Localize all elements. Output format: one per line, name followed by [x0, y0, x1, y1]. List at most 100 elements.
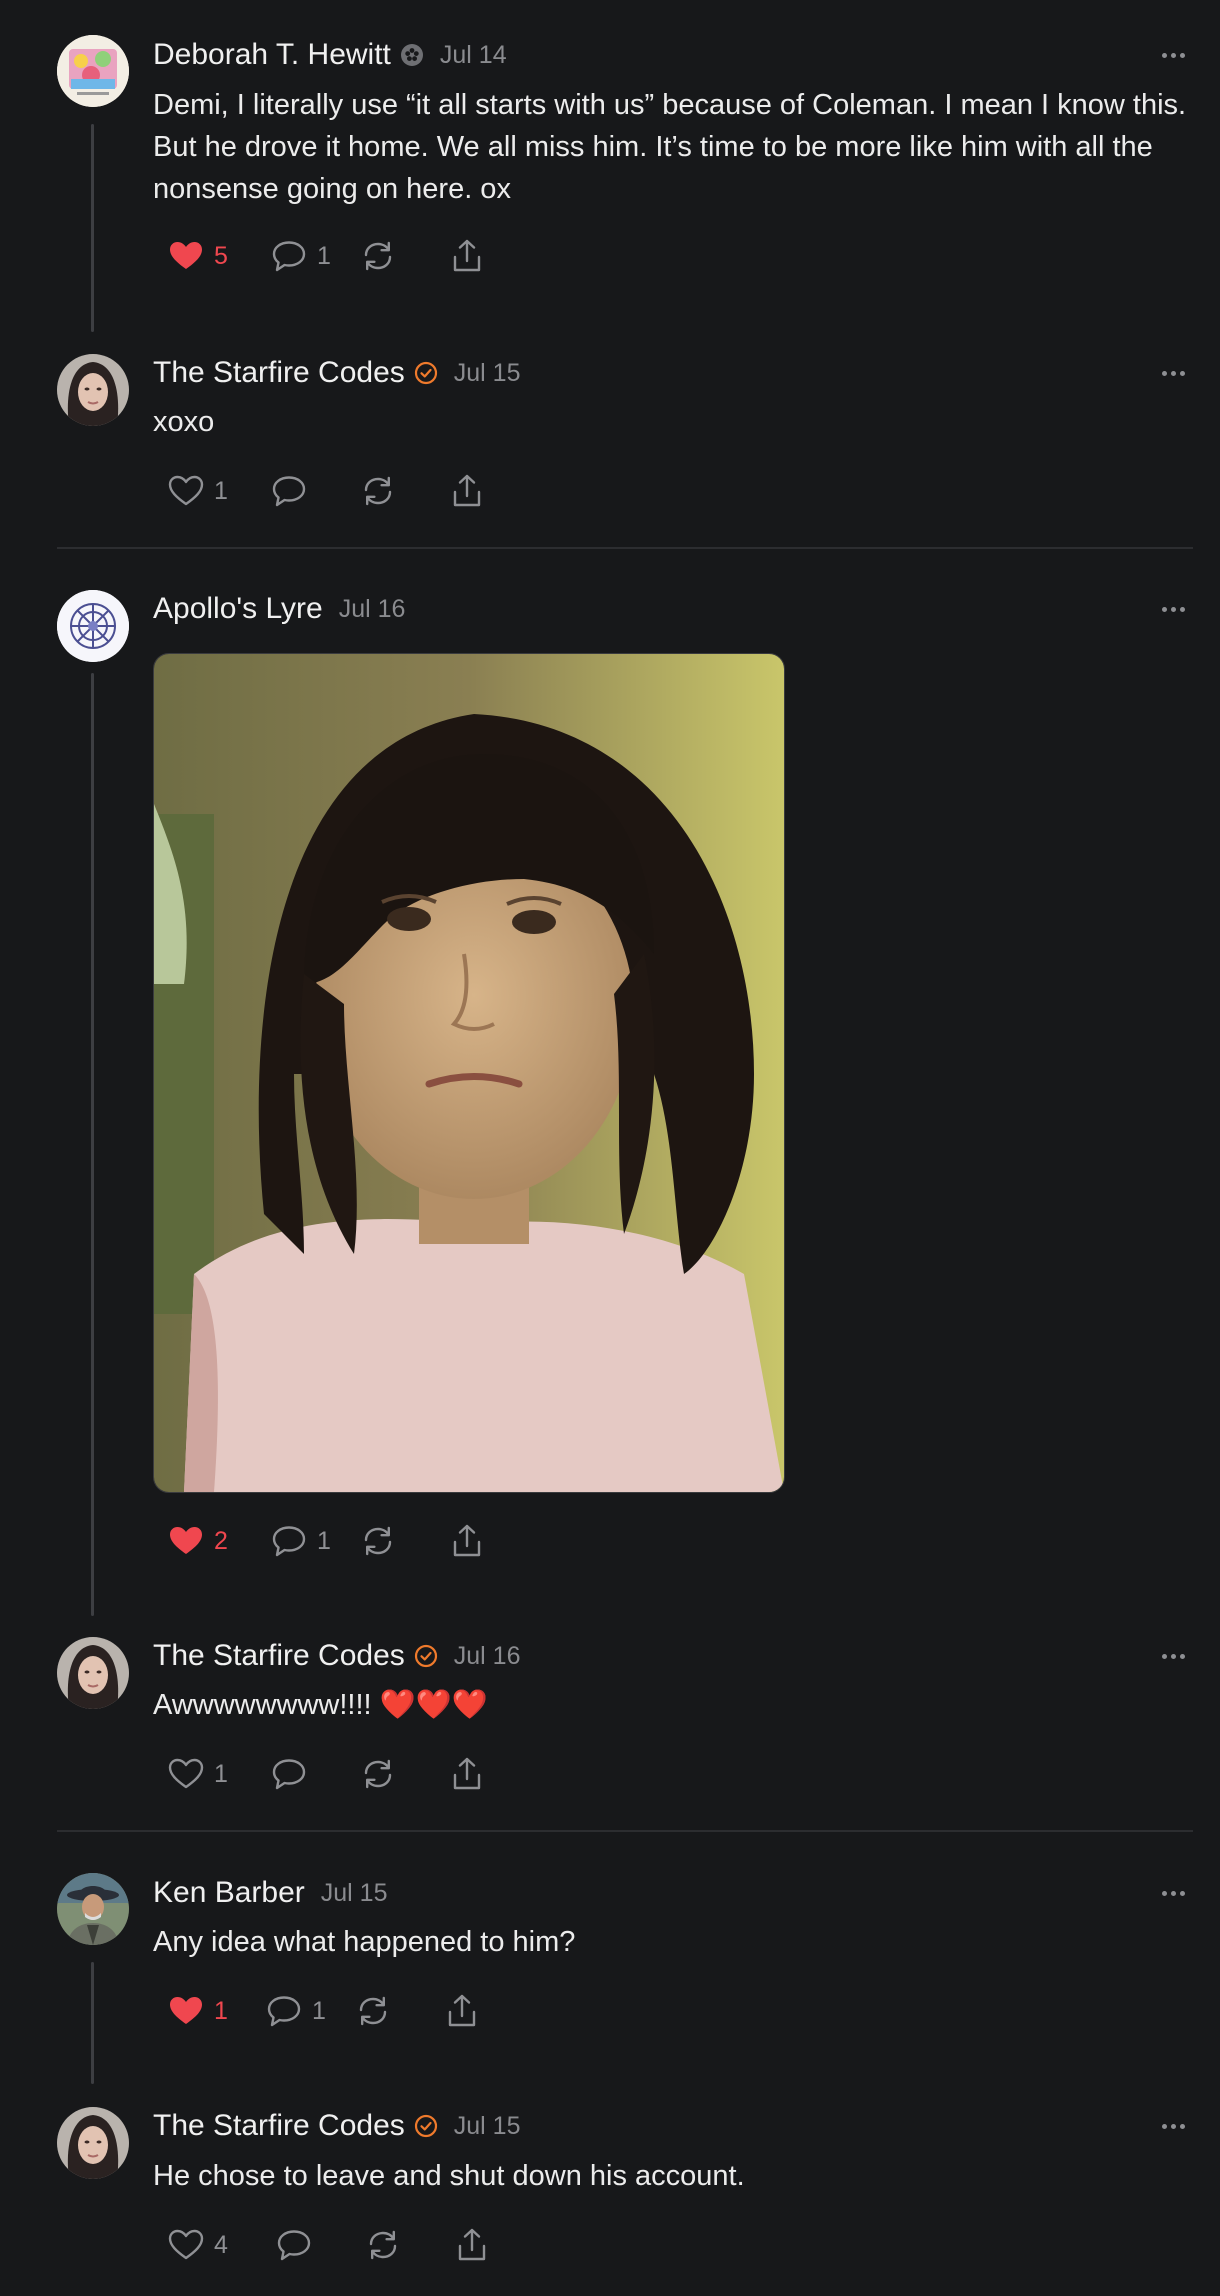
like-button[interactable]: 4	[166, 2223, 274, 2267]
author-name[interactable]: The Starfire Codes	[153, 356, 405, 390]
thread-connector	[91, 1962, 94, 2084]
repost-icon	[359, 1996, 387, 2026]
repost-button[interactable]	[353, 1989, 442, 2033]
post-header: Ken Barber Jul 15	[153, 1873, 387, 1913]
like-button[interactable]: 1	[166, 1989, 264, 2033]
post-date[interactable]: Jul 14	[440, 41, 507, 70]
like-button[interactable]: 5	[166, 234, 269, 278]
reply-button[interactable]: 1	[269, 234, 358, 278]
repost-button[interactable]	[358, 469, 447, 513]
post-header: The Starfire Codes Jul 16	[153, 1636, 521, 1676]
heart-icon	[168, 475, 204, 506]
author-name[interactable]: Ken Barber	[153, 1876, 305, 1910]
post-text: Awwwwwwww!!!! ❤️❤️❤️	[153, 1689, 488, 1721]
post-date[interactable]: Jul 16	[454, 1642, 521, 1671]
author-name[interactable]: Apollo's Lyre	[153, 592, 323, 626]
action-bar: 1 1	[166, 1989, 482, 2033]
share-icon	[453, 474, 481, 507]
heart-filled-icon	[170, 1527, 202, 1554]
heart-filled-icon	[170, 242, 202, 269]
more-options-icon[interactable]	[1156, 599, 1190, 619]
avatar-image	[57, 1637, 129, 1709]
verified-check-icon	[414, 361, 438, 385]
more-options-icon[interactable]	[1156, 1883, 1190, 1903]
post-header: The Starfire Codes Jul 15	[153, 353, 521, 393]
share-button[interactable]	[447, 234, 487, 278]
action-bar: 5 1	[166, 234, 487, 278]
reply-button[interactable]	[274, 2223, 363, 2267]
reply-button[interactable]: 1	[269, 1519, 358, 1563]
repost-button[interactable]	[363, 2223, 452, 2267]
avatar-image	[57, 354, 129, 426]
post-text: xoxo	[153, 406, 215, 438]
share-icon	[453, 1757, 481, 1790]
share-button[interactable]	[447, 469, 487, 513]
avatar-image	[57, 35, 129, 107]
repost-button[interactable]	[358, 234, 447, 278]
heart-icon	[168, 1758, 204, 1789]
reply-count: 1	[317, 241, 331, 270]
speech-bubble-icon	[272, 476, 306, 507]
avatar[interactable]	[57, 2107, 129, 2179]
avatar[interactable]	[57, 354, 129, 426]
like-button[interactable]: 1	[166, 1752, 269, 1796]
repost-button[interactable]	[358, 1519, 447, 1563]
avatar[interactable]	[57, 1873, 129, 1945]
avatar-image	[57, 1873, 129, 1945]
like-button[interactable]: 2	[166, 1519, 269, 1563]
post-date[interactable]: Jul 15	[321, 1879, 388, 1908]
girl-photo-image	[154, 654, 784, 1492]
speech-bubble-icon	[267, 1996, 301, 2027]
post-date[interactable]: Jul 15	[454, 2112, 521, 2141]
avatar[interactable]	[57, 1637, 129, 1709]
more-options-icon[interactable]	[1156, 2116, 1190, 2136]
author-name[interactable]: The Starfire Codes	[153, 1639, 405, 1673]
thread-divider	[57, 547, 1193, 549]
author-name[interactable]: The Starfire Codes	[153, 2109, 405, 2143]
action-bar: 1	[166, 469, 487, 513]
like-count: 1	[214, 476, 228, 505]
share-icon	[453, 239, 481, 272]
avatar[interactable]	[57, 35, 129, 107]
reply-count: 1	[312, 1996, 326, 2025]
post-image[interactable]	[153, 653, 785, 1493]
post-date[interactable]: Jul 15	[454, 359, 521, 388]
verified-check-icon	[414, 2114, 438, 2138]
more-options-icon[interactable]	[1156, 1646, 1190, 1666]
flower-badge-icon	[400, 43, 424, 67]
reply-button[interactable]	[269, 469, 358, 513]
share-icon	[448, 1994, 476, 2027]
share-button[interactable]	[442, 1989, 482, 2033]
repost-icon	[364, 241, 392, 271]
thread-connector	[91, 673, 94, 1616]
speech-bubble-icon	[272, 241, 306, 272]
heart-filled-icon	[170, 1997, 202, 2024]
reply-button[interactable]	[269, 1752, 358, 1796]
more-options-icon[interactable]	[1156, 45, 1190, 65]
repost-button[interactable]	[358, 1752, 447, 1796]
like-count: 5	[214, 241, 228, 270]
thread-connector	[91, 124, 94, 332]
share-button[interactable]	[447, 1752, 487, 1796]
action-bar: 1	[166, 1752, 487, 1796]
post-header: The Starfire Codes Jul 15	[153, 2106, 521, 2146]
post-text: Demi, I literally use “it all starts wit…	[153, 89, 1187, 205]
avatar-image	[57, 2107, 129, 2179]
speech-bubble-icon	[272, 1526, 306, 1557]
share-icon	[453, 1524, 481, 1557]
author-name[interactable]: Deborah T. Hewitt	[153, 38, 391, 72]
avatar[interactable]	[57, 590, 129, 662]
share-button[interactable]	[447, 1519, 487, 1563]
post-text: He chose to leave and shut down his acco…	[153, 2160, 745, 2192]
reply-button[interactable]: 1	[264, 1989, 353, 2033]
like-count: 1	[214, 1759, 228, 1788]
repost-icon	[364, 476, 392, 506]
heart-icon	[168, 2229, 204, 2260]
speech-bubble-icon	[277, 2230, 311, 2261]
share-icon	[458, 2228, 486, 2261]
like-button[interactable]: 1	[166, 469, 269, 513]
post-date[interactable]: Jul 16	[339, 595, 406, 624]
more-options-icon[interactable]	[1156, 363, 1190, 383]
post-text: Any idea what happened to him?	[153, 1926, 576, 1958]
share-button[interactable]	[452, 2223, 492, 2267]
